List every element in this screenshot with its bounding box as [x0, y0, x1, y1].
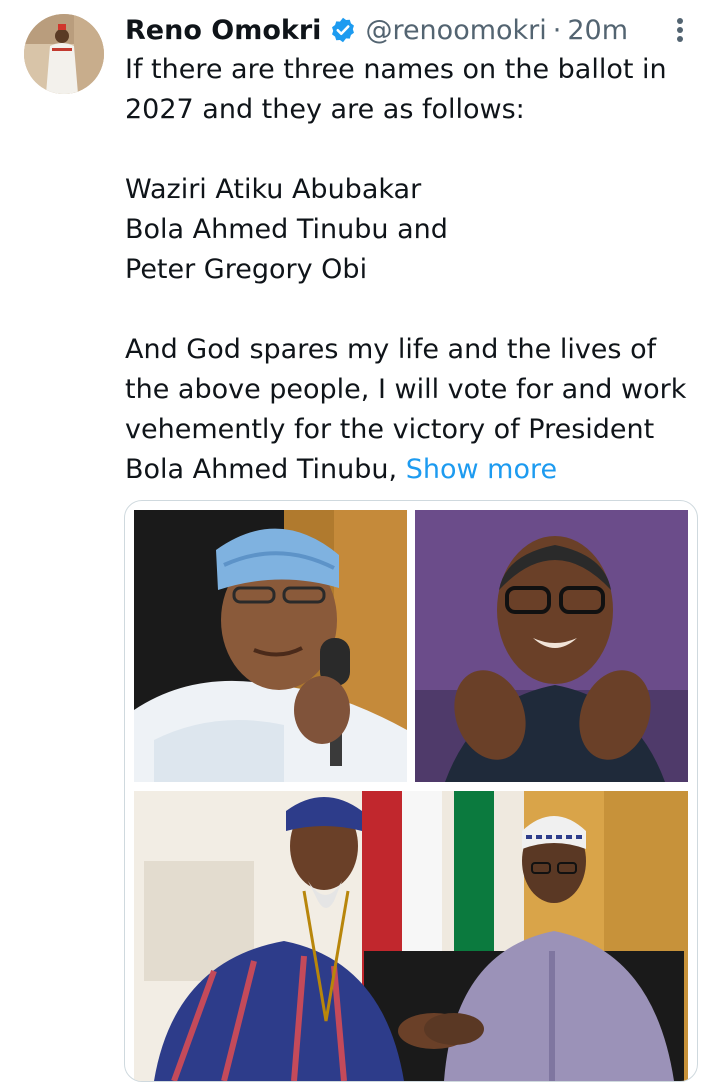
tweet-text-line: vehemently for the victory of President: [125, 414, 655, 445]
author-avatar[interactable]: [24, 14, 104, 94]
tweet-text-line: the above people, I will vote for and wo…: [125, 374, 687, 405]
tweet-text-line: And God spares my life and the lives of: [125, 334, 657, 365]
tweet-text: If there are three names on the ballot i…: [125, 50, 705, 490]
tweet-timestamp[interactable]: 20m: [567, 15, 628, 46]
tweet-text-line: 2027 and they are as follows:: [125, 94, 525, 125]
verified-badge-icon: [329, 16, 357, 44]
tweet-text-line: Waziri Atiku Abubakar: [125, 174, 422, 205]
show-more-link[interactable]: Show more: [406, 454, 557, 485]
tweet-text-line-last: Bola Ahmed Tinubu, Show more: [125, 450, 705, 490]
author-name[interactable]: Reno Omokri: [125, 15, 321, 46]
more-vertical-icon[interactable]: [666, 12, 694, 48]
tweet-header: Reno Omokri @renoomokri · 20m: [125, 10, 628, 50]
tweet-text-line: Peter Gregory Obi: [125, 254, 368, 285]
photo-man-with-glasses[interactable]: [415, 510, 688, 782]
tweet-text-line: Bola Ahmed Tinubu and: [125, 214, 448, 245]
photo-man-with-microphone[interactable]: [134, 510, 407, 782]
media-grid[interactable]: [124, 500, 698, 1082]
tweet-text-fragment: Bola Ahmed Tinubu,: [125, 454, 398, 485]
author-handle[interactable]: @renoomokri: [365, 15, 546, 46]
tweet[interactable]: Reno Omokri @renoomokri · 20m If there a…: [0, 0, 720, 1082]
photo-handshake[interactable]: [134, 791, 688, 1081]
separator-dot: ·: [552, 14, 562, 46]
tweet-text-line: If there are three names on the ballot i…: [125, 54, 667, 85]
